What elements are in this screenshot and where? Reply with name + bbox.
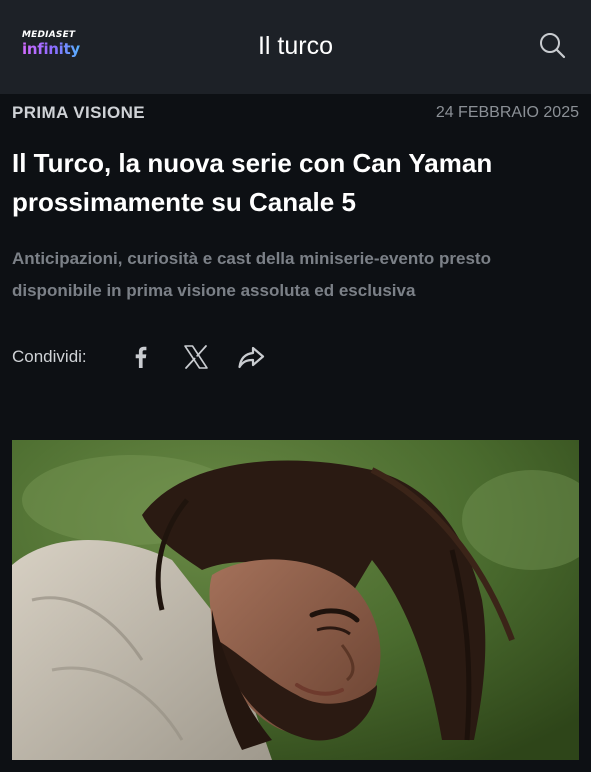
page-title: Il turco	[257, 32, 334, 60]
facebook-icon[interactable]	[126, 342, 156, 372]
search-icon[interactable]	[537, 31, 567, 61]
share-label: Condividi:	[12, 347, 87, 366]
share-arrow-icon[interactable]	[236, 342, 266, 372]
hero-image[interactable]	[12, 440, 579, 760]
article-category[interactable]: PRIMA VISIONE	[12, 103, 145, 123]
hero-photo-illustration	[12, 440, 579, 760]
top-bar: MEDIASET infinity Il turco	[0, 0, 591, 94]
article-subtitle: Anticipazioni, curiosità e cast della mi…	[12, 249, 491, 300]
x-icon[interactable]	[181, 342, 211, 372]
article-date: 24 FEBBRAIO 2025	[435, 104, 579, 121]
article-headline: Il Turco, la nuova serie con Can Yaman p…	[12, 148, 493, 217]
